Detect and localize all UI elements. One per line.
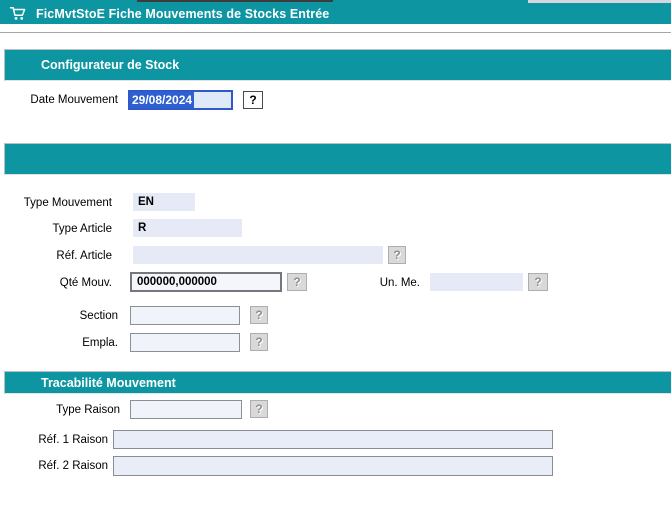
- empla-label: Empla.: [0, 335, 118, 351]
- section-field[interactable]: [130, 306, 240, 325]
- un-me-help-button[interactable]: ?: [528, 273, 548, 291]
- background-window-edge: [137, 0, 333, 2]
- section-label: Section: [0, 308, 118, 324]
- date-mouvement-label: Date Mouvement: [0, 92, 118, 108]
- section-help-button[interactable]: ?: [250, 306, 268, 324]
- qte-mouv-field[interactable]: 000000,000000: [130, 272, 282, 292]
- type-raison-field[interactable]: [130, 400, 242, 419]
- date-mouvement-selected-text: 29/08/2024: [130, 92, 194, 108]
- empla-help-button[interactable]: ?: [250, 333, 268, 351]
- type-mouvement-label: Type Mouvement: [0, 195, 112, 211]
- date-mouvement-input[interactable]: 29/08/2024: [128, 90, 233, 110]
- separator-line: [0, 32, 671, 34]
- date-mouvement-help-button[interactable]: ?: [243, 91, 263, 109]
- section-title: Configurateur de Stock: [5, 58, 179, 72]
- qte-mouv-help-button[interactable]: ?: [287, 273, 307, 291]
- ref-article-field[interactable]: [133, 246, 383, 264]
- type-article-field[interactable]: R: [133, 219, 242, 237]
- qte-mouv-label: Qté Mouv.: [0, 275, 112, 291]
- ref-article-label: Réf. Article: [0, 248, 112, 264]
- ref-article-help-button[interactable]: ?: [388, 246, 406, 264]
- section-header-configurateur: Configurateur de Stock: [4, 49, 671, 81]
- un-me-field[interactable]: [430, 273, 523, 291]
- section-header-tracabilite: Tracabilité Mouvement: [4, 371, 671, 394]
- ref1-raison-field[interactable]: [113, 430, 553, 449]
- cart-icon: [9, 6, 27, 21]
- ref2-raison-field[interactable]: [113, 456, 553, 476]
- empla-field[interactable]: [130, 333, 240, 352]
- type-raison-help-button[interactable]: ?: [250, 400, 268, 418]
- un-me-label: Un. Me.: [362, 275, 420, 291]
- type-raison-label: Type Raison: [0, 402, 120, 418]
- ref1-raison-label: Réf. 1 Raison: [0, 432, 108, 448]
- type-article-label: Type Article: [0, 221, 112, 237]
- window-title-bar: FicMvtStoE Fiche Mouvements de Stocks En…: [0, 3, 671, 24]
- section-header-spacer: [4, 143, 671, 175]
- type-mouvement-field[interactable]: EN: [133, 193, 195, 211]
- section-title: Tracabilité Mouvement: [5, 376, 176, 390]
- ref2-raison-label: Réf. 2 Raison: [0, 458, 108, 474]
- window-title: FicMvtStoE Fiche Mouvements de Stocks En…: [36, 7, 329, 21]
